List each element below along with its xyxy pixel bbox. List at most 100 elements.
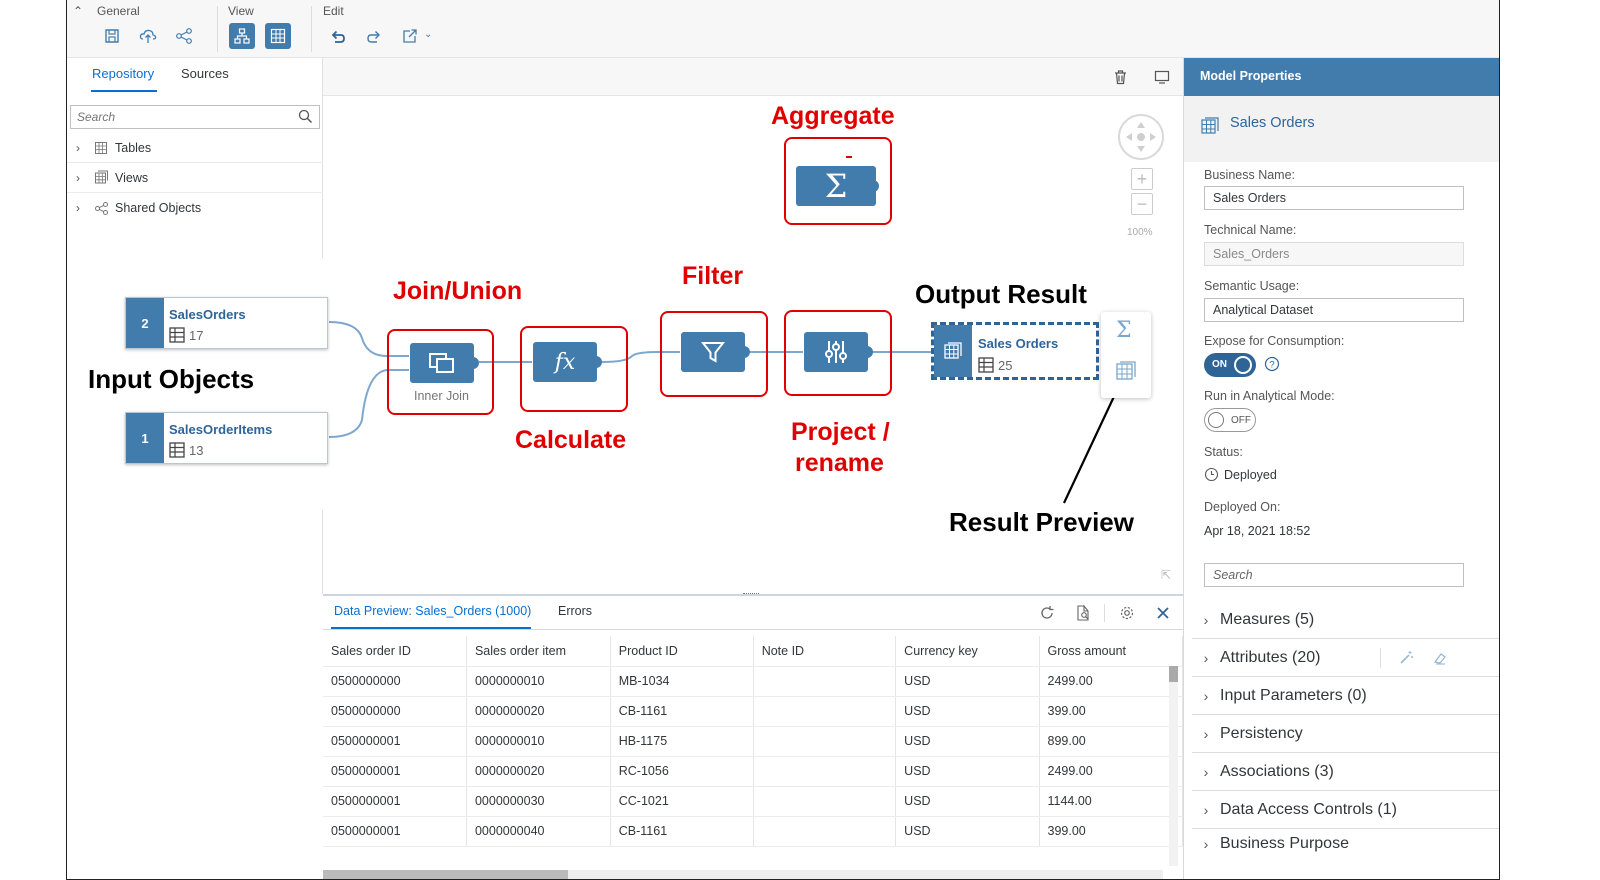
section-associations[interactable]: › Associations (3) [1192,754,1499,791]
table-cell: MB-1034 [610,666,754,697]
status-label: Status: [1204,445,1243,459]
column-header[interactable]: Product ID [610,636,754,667]
aggregate-node[interactable]: Σ [796,166,876,206]
tab-data-preview[interactable]: Data Preview: Sales_Orders (1000) [334,604,531,618]
resize-corner-icon[interactable]: ⇱ [1161,568,1171,582]
table-row[interactable]: 0500000001 0000000030 CC-1021 USD 1144.0… [323,786,1183,817]
properties-search-placeholder[interactable]: Search [1213,568,1253,582]
chevron-right-icon[interactable]: › [1192,612,1220,628]
toolbar-separator [1104,604,1105,622]
preview-table: Sales order ID Sales order item Product … [323,636,1183,847]
vertical-scrollbar[interactable] [1169,666,1178,866]
slide: ⌃ General View Edit ⌄ Repository Sources… [0,0,1600,880]
column-header[interactable]: Sales order item [466,636,611,667]
table-cell: RC-1056 [610,756,754,787]
source-node-salesorderitems[interactable]: 1 SalesOrderItems 13 [125,412,328,464]
data-preview-panel: Data Preview: Sales_Orders (1000) Errors… [323,593,1183,879]
toggle-knob [1208,412,1224,428]
add-aggregation-icon[interactable]: Σ [1116,318,1132,343]
horizontal-scrollbar[interactable] [323,870,1163,879]
join-node-label: Inner Join [414,389,469,403]
properties-object-header: Sales Orders [1184,96,1499,162]
table-row[interactable]: 0500000001 0000000020 RC-1056 USD 2499.0… [323,756,1183,787]
find-icon[interactable] [1072,602,1094,624]
scrollbar-thumb[interactable] [323,870,568,879]
table-cell: USD [895,666,1040,697]
business-name-field[interactable]: Sales Orders [1204,186,1464,210]
table-row[interactable]: 0500000000 0000000010 MB-1034 USD 2499.0… [323,666,1183,697]
table-cell: 399.00 [1039,696,1183,727]
table-cell: 2499.00 [1039,756,1183,787]
source-node-count: 13 [169,442,203,458]
section-label: Attributes (20) [1220,649,1321,666]
technical-name-field: Sales_Orders [1204,242,1464,266]
section-input-parameters[interactable]: › Input Parameters (0) [1192,678,1499,715]
table-row[interactable]: 0500000000 0000000020 CB-1161 USD 399.00 [323,696,1183,727]
table-cell: 899.00 [1039,726,1183,757]
semantic-usage-label: Semantic Usage: [1204,279,1300,293]
wand-icon[interactable] [1398,650,1414,671]
table-cell: 0500000001 [323,726,467,757]
close-icon[interactable] [1152,602,1174,624]
toggle-knob [1234,356,1252,374]
expose-consumption-toggle[interactable]: ON [1204,353,1256,377]
source-node-count: 17 [169,327,203,343]
column-header[interactable]: Note ID [753,636,897,667]
table-cell: CB-1161 [610,816,754,847]
column-header[interactable]: Currency key [895,636,1040,667]
table-cell [753,786,897,817]
table-cell [753,666,897,697]
settings-icon[interactable] [1116,602,1138,624]
chevron-right-icon[interactable]: › [1192,688,1220,704]
table-cell: USD [895,726,1040,757]
projection-node[interactable] [804,332,868,372]
analytical-mode-toggle[interactable]: OFF [1204,408,1256,432]
section-label: Measures (5) [1220,611,1315,628]
scrollbar-thumb[interactable] [1169,666,1178,682]
annotation-project: Project / [791,418,890,446]
function-icon: fx [554,349,576,375]
section-measures[interactable]: › Measures (5) [1192,602,1499,639]
properties-header: Model Properties [1184,58,1499,96]
table-row[interactable]: 0500000001 0000000010 HB-1175 USD 899.00 [323,726,1183,757]
table-cell: 0500000000 [323,696,467,727]
column-header[interactable]: Gross amount [1039,636,1183,667]
chevron-right-icon[interactable]: › [1192,764,1220,780]
help-icon[interactable]: ? [1264,356,1280,377]
refresh-icon[interactable] [1036,602,1058,624]
deployed-on-value: Apr 18, 2021 18:52 [1204,524,1311,538]
properties-object-name: Sales Orders [1230,115,1315,131]
table-cell: 0000000020 [466,756,611,787]
calculate-node[interactable]: fx [533,342,597,382]
toggle-state: OFF [1231,415,1251,426]
chevron-right-icon[interactable]: › [1192,836,1220,852]
section-attributes[interactable]: › Attributes (20) [1192,640,1499,677]
table-cell: USD [895,816,1040,847]
preview-header: Data Preview: Sales_Orders (1000) Errors [323,596,1183,630]
node-quick-actions: Σ [1101,312,1151,398]
table-icon [169,327,185,343]
chevron-right-icon[interactable]: › [1192,650,1220,666]
eraser-icon[interactable] [1432,650,1448,671]
node-dot [846,156,852,158]
filter-node[interactable] [681,332,745,372]
semantic-usage-select[interactable]: Analytical Dataset [1204,298,1464,322]
section-label: Business Purpose [1220,834,1349,852]
join-node[interactable] [410,343,474,383]
chevron-right-icon[interactable]: › [1192,726,1220,742]
table-cell: 0500000001 [323,756,467,787]
output-node[interactable]: Sales Orders 25 [931,322,1099,380]
table-cell: 0500000001 [323,786,467,817]
table-cell: USD [895,756,1040,787]
column-header[interactable]: Sales order ID [323,636,467,667]
section-business-purpose[interactable]: › Business Purpose [1192,825,1499,862]
source-node-salesorders[interactable]: 2 SalesOrders 17 [125,297,328,349]
chevron-right-icon[interactable]: › [1192,802,1220,818]
add-table-icon[interactable] [1115,360,1137,387]
properties-search: Search [1204,563,1464,587]
table-row[interactable]: 0500000001 0000000040 CB-1161 USD 399.00 [323,816,1183,847]
tab-errors[interactable]: Errors [558,604,592,618]
section-data-access-controls[interactable]: › Data Access Controls (1) [1192,792,1499,829]
table-cell: 0500000000 [323,666,467,697]
section-persistency[interactable]: › Persistency [1192,716,1499,753]
